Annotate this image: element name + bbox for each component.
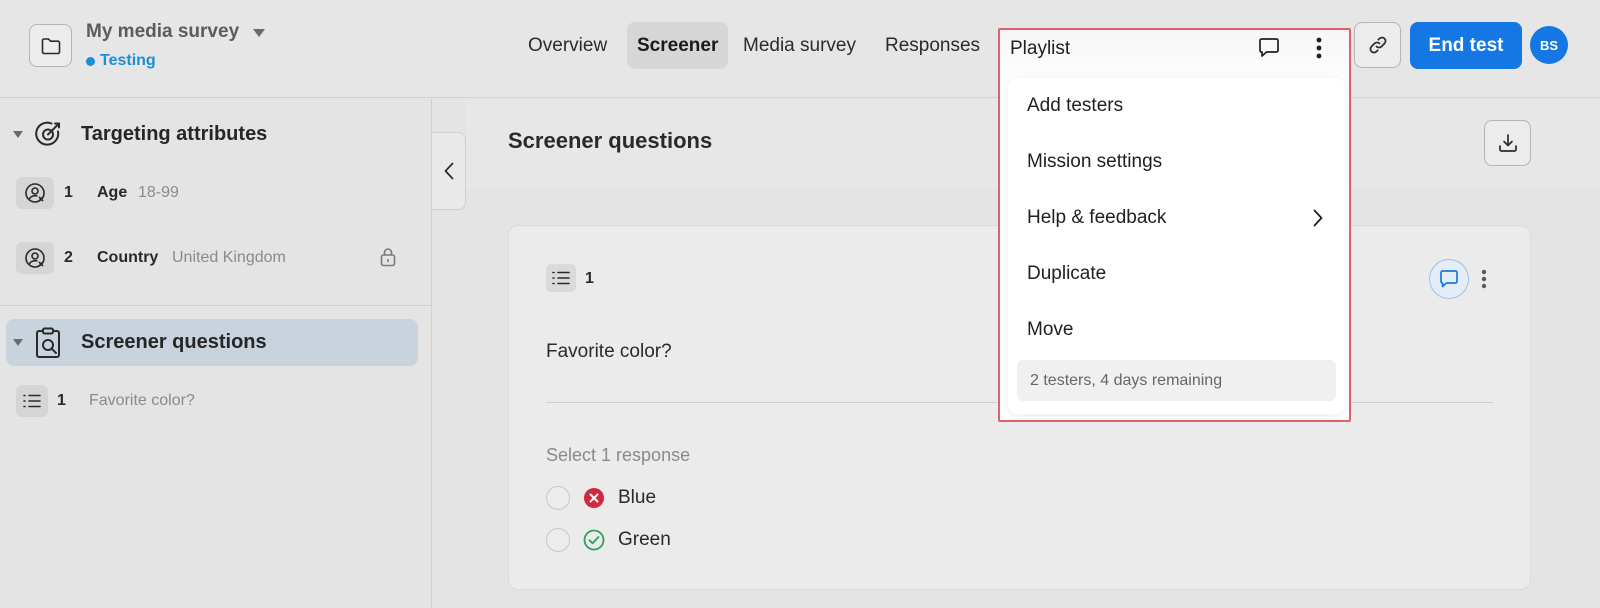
page-title: Screener questions — [508, 128, 713, 153]
status-dot-icon — [86, 56, 95, 66]
tab-responses[interactable]: Responses — [875, 22, 990, 69]
tab-media-survey[interactable]: Media survey — [733, 22, 866, 69]
attribute-number: 2 — [64, 249, 73, 266]
copy-link-button[interactable] — [1354, 22, 1401, 68]
collapse-caret-icon[interactable] — [13, 339, 23, 346]
tab-overview[interactable]: Overview — [518, 22, 617, 69]
menu-item-label: Help & feedback — [1027, 207, 1167, 228]
answer-option: Blue — [546, 485, 846, 511]
question-number: 1 — [57, 392, 66, 409]
attribute-row[interactable]: 1 Age 18-99 — [0, 173, 432, 213]
testers-remaining-info: 2 testers, 4 days remaining — [1017, 360, 1336, 401]
avatar[interactable]: BS — [1530, 26, 1568, 64]
menu-item-help-feedback[interactable]: Help & feedback — [1008, 190, 1345, 246]
section-label: Screener questions — [81, 331, 267, 353]
lock-icon — [380, 247, 396, 267]
menu-item-add-testers[interactable]: Add testers — [1008, 78, 1345, 134]
attribute-row[interactable]: 2 Country United Kingdom — [0, 238, 432, 278]
more-options-icon[interactable] — [1316, 37, 1322, 59]
menu-item-mission-settings[interactable]: Mission settings — [1008, 134, 1345, 190]
chevron-right-icon — [1313, 209, 1323, 227]
top-bar: My media survey Testing Overview Screene… — [0, 0, 1600, 98]
list-icon — [546, 264, 576, 292]
comment-icon[interactable] — [1258, 38, 1280, 58]
person-attribute-icon — [16, 177, 54, 209]
chevron-left-icon — [444, 162, 454, 180]
folder-button[interactable] — [29, 24, 72, 67]
tab-playlist[interactable]: Playlist — [1010, 38, 1070, 60]
status-label: Testing — [100, 52, 156, 69]
download-icon — [1498, 133, 1518, 153]
targeting-icon — [31, 117, 67, 153]
option-label: Blue — [618, 487, 657, 508]
response-instruction: Select 1 response — [546, 445, 691, 465]
list-icon — [16, 385, 48, 417]
status-indicator: Testing — [86, 52, 156, 70]
attribute-value: United Kingdom — [172, 249, 286, 266]
section-targeting-attributes[interactable]: Targeting attributes — [6, 111, 418, 158]
playlist-menu-highlight: Playlist Add testers Mission settings He… — [998, 28, 1351, 422]
end-test-button[interactable]: End test — [1410, 22, 1522, 69]
menu-item-duplicate[interactable]: Duplicate — [1008, 246, 1345, 302]
question-text: Favorite color? — [89, 392, 195, 409]
option-radio[interactable] — [546, 486, 570, 510]
more-options-icon[interactable] — [1481, 269, 1487, 289]
reject-icon[interactable] — [583, 487, 605, 509]
title-dropdown-icon[interactable] — [253, 29, 265, 37]
sidebar-divider — [0, 305, 431, 306]
attribute-name: Country — [97, 249, 159, 266]
attribute-value: 18-99 — [138, 184, 179, 201]
accept-icon[interactable] — [583, 529, 605, 551]
answer-option: Green — [546, 527, 846, 553]
survey-title[interactable]: My media survey — [86, 21, 239, 43]
comment-button[interactable] — [1429, 259, 1469, 299]
collapse-caret-icon[interactable] — [13, 131, 23, 138]
section-screener-questions[interactable]: Screener questions — [6, 319, 418, 366]
attribute-name: Age — [97, 184, 128, 201]
menu-item-move[interactable]: Move — [1008, 302, 1345, 358]
person-attribute-icon — [16, 242, 54, 274]
clipboard-search-icon — [31, 325, 67, 361]
question-text: Favorite color? — [546, 341, 672, 362]
folder-icon — [41, 37, 61, 55]
option-radio[interactable] — [546, 528, 570, 552]
attribute-number: 1 — [64, 184, 73, 201]
option-label: Green — [618, 529, 671, 550]
screener-question-row[interactable]: 1 Favorite color? — [0, 381, 432, 421]
collapse-sidebar-button[interactable] — [432, 132, 466, 210]
sidebar: Targeting attributes 1 Age 18-99 2 Count… — [0, 99, 432, 608]
link-icon — [1367, 34, 1389, 56]
section-label: Targeting attributes — [81, 123, 268, 145]
download-button[interactable] — [1484, 120, 1531, 166]
more-options-menu: Add testers Mission settings Help & feed… — [1008, 78, 1345, 414]
question-number: 1 — [585, 270, 594, 287]
tab-screener[interactable]: Screener — [627, 22, 729, 69]
